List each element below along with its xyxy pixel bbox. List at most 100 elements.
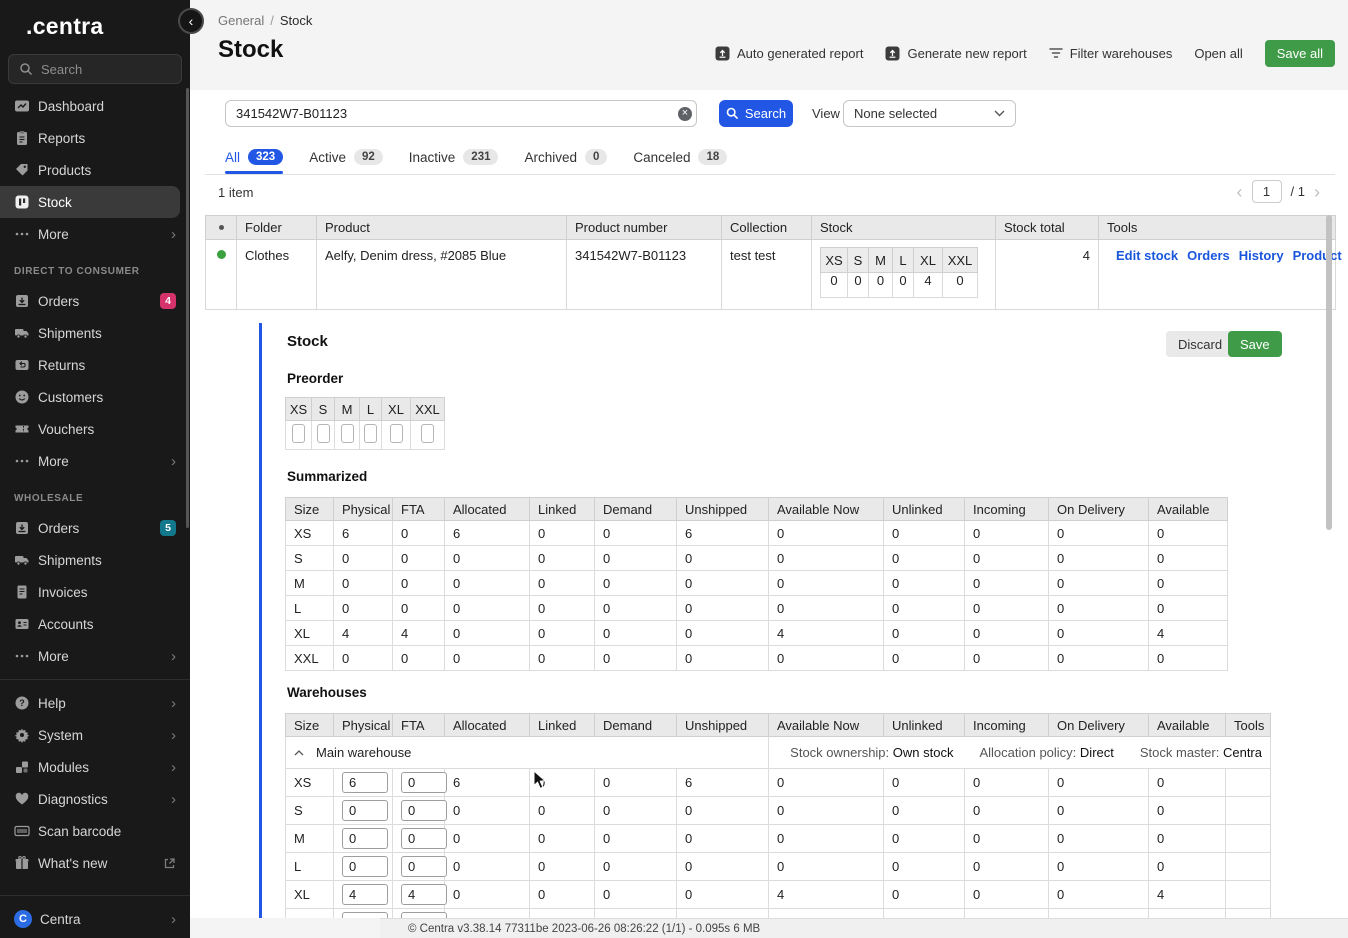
- breadcrumb-general[interactable]: General: [218, 13, 264, 28]
- edit-stock-link[interactable]: Edit stock: [1116, 248, 1178, 263]
- preorder-input[interactable]: [421, 424, 434, 443]
- preorder-input[interactable]: [292, 424, 305, 443]
- search-icon: [726, 107, 739, 120]
- tab-canceled[interactable]: Canceled18: [633, 143, 727, 171]
- page-next-icon[interactable]: ›: [1314, 183, 1320, 201]
- section-title-wholesale: WHOLESALE: [0, 477, 190, 512]
- breadcrumb: General/Stock: [218, 13, 312, 28]
- sidebar-item-customers[interactable]: Customers: [0, 381, 190, 413]
- save-all-button[interactable]: Save all: [1265, 40, 1335, 67]
- preorder-input[interactable]: [317, 424, 330, 443]
- physical-stock-input[interactable]: [342, 772, 388, 793]
- sidebar-scrollbar[interactable]: [186, 88, 189, 528]
- collection-cell: test test: [722, 240, 812, 310]
- physical-stock-input[interactable]: [342, 856, 388, 877]
- search-button[interactable]: Search: [719, 100, 793, 127]
- generate-new-report-button[interactable]: Generate new report: [885, 46, 1026, 61]
- physical-stock-input[interactable]: [342, 828, 388, 849]
- physical-stock-input[interactable]: [342, 884, 388, 905]
- tag-icon: [14, 162, 30, 178]
- page-number-input[interactable]: 1: [1252, 180, 1282, 203]
- sidebar-item-scan-barcode[interactable]: Scan barcode: [0, 815, 190, 847]
- sidebar-item-whats-new[interactable]: What's new: [0, 847, 190, 879]
- sidebar-item-modules[interactable]: Modules ›: [0, 751, 190, 783]
- view-select[interactable]: None selected: [843, 100, 1016, 127]
- content-scrollbar[interactable]: [1326, 215, 1332, 530]
- sidebar-item-dashboard[interactable]: Dashboard: [0, 90, 190, 122]
- search-input[interactable]: [225, 100, 697, 127]
- sidebar-item-accounts[interactable]: Accounts: [0, 608, 190, 640]
- view-label: View: [812, 106, 840, 121]
- sidebar-item-more-ws[interactable]: More ›: [0, 640, 190, 672]
- fta-stock-input[interactable]: [401, 772, 447, 793]
- fta-stock-input[interactable]: [401, 828, 447, 849]
- filter-warehouses-button[interactable]: Filter warehouses: [1049, 46, 1173, 61]
- warehouse-row-xl: XL 000040004: [286, 881, 1271, 909]
- physical-stock-input[interactable]: [342, 800, 388, 821]
- select-column-header[interactable]: [206, 216, 237, 240]
- summarized-row-l: L00000000000: [286, 596, 1228, 621]
- sidebar-search-input[interactable]: [41, 62, 151, 77]
- sidebar-item-dtc-orders[interactable]: Orders 4: [0, 285, 190, 317]
- preorder-input[interactable]: [364, 424, 377, 443]
- collapse-caret-icon[interactable]: [294, 750, 304, 756]
- sidebar-item-diagnostics[interactable]: Diagnostics ›: [0, 783, 190, 815]
- tab-inactive[interactable]: Inactive231: [409, 143, 499, 171]
- section-title-dtc: DIRECT TO CONSUMER: [0, 250, 190, 285]
- sidebar-item-help[interactable]: ? Help ›: [0, 687, 190, 719]
- summarized-row-xxl: XXL00000000000: [286, 646, 1228, 671]
- clear-search-icon[interactable]: ×: [678, 107, 692, 121]
- fta-stock-input[interactable]: [401, 884, 447, 905]
- sidebar-search[interactable]: [8, 54, 182, 84]
- summarized-heading: Summarized: [287, 469, 367, 484]
- sidebar-collapse-button[interactable]: ‹: [178, 8, 204, 34]
- discard-button[interactable]: Discard: [1166, 331, 1234, 357]
- sidebar-item-returns[interactable]: Returns: [0, 349, 190, 381]
- summarized-table: SizePhysicalFTAAllocatedLinkedDemandUnsh…: [285, 497, 1228, 671]
- sidebar-item-products[interactable]: Products: [0, 154, 190, 186]
- folder-cell: Clothes: [237, 240, 317, 310]
- tab-archived[interactable]: Archived0: [524, 143, 607, 171]
- product-cell: Aelfy, Denim dress, #2085 Blue: [317, 240, 567, 310]
- sidebar-item-invoices[interactable]: Invoices: [0, 576, 190, 608]
- save-button[interactable]: Save: [1228, 331, 1282, 357]
- sidebar: .centra Dashboard Reports Products Stock…: [0, 0, 190, 938]
- tab-all[interactable]: All323: [225, 143, 283, 171]
- warehouse-header-row: Main warehouse Stock ownership: Own stoc…: [286, 737, 1271, 769]
- accounts-icon: [14, 616, 30, 632]
- preorder-table: XSSMLXLXXL: [285, 397, 445, 450]
- content-panel: × Search View None selected All323 Activ…: [190, 90, 1348, 918]
- stock-master-value: Centra: [1223, 745, 1262, 760]
- sidebar-item-ws-shipments[interactable]: Shipments: [0, 544, 190, 576]
- sidebar-item-centra-org[interactable]: C Centra ›: [0, 903, 190, 935]
- sidebar-item-reports[interactable]: Reports: [0, 122, 190, 154]
- orders-icon: [14, 520, 30, 536]
- tab-active[interactable]: Active92: [309, 143, 383, 171]
- sidebar-item-dtc-shipments[interactable]: Shipments: [0, 317, 190, 349]
- open-all-button[interactable]: Open all: [1194, 46, 1242, 61]
- auto-generated-report-button[interactable]: Auto generated report: [715, 46, 863, 61]
- fta-stock-input[interactable]: [401, 856, 447, 877]
- preorder-input[interactable]: [341, 424, 354, 443]
- chevron-right-icon: ›: [171, 649, 176, 664]
- sidebar-item-stock[interactable]: Stock: [0, 186, 180, 218]
- history-link[interactable]: History: [1239, 248, 1284, 263]
- page-prev-icon[interactable]: ‹: [1237, 183, 1243, 201]
- row-status-cell: [206, 240, 237, 310]
- table-row[interactable]: Clothes Aelfy, Denim dress, #2085 Blue 3…: [206, 240, 1336, 310]
- sidebar-item-more-dtc[interactable]: More ›: [0, 445, 190, 477]
- version-info: © Centra v3.38.14 77311be 2023-06-26 08:…: [408, 923, 760, 935]
- table-header-row: Folder Product Product number Collection…: [206, 216, 1336, 240]
- fta-stock-input[interactable]: [401, 800, 447, 821]
- orders-link[interactable]: Orders: [1187, 248, 1230, 263]
- sidebar-item-ws-orders[interactable]: Orders 5: [0, 512, 190, 544]
- sidebar-item-more-general[interactable]: More ›: [0, 218, 190, 250]
- sidebar-item-vouchers[interactable]: Vouchers: [0, 413, 190, 445]
- sidebar-item-system[interactable]: System ›: [0, 719, 190, 751]
- truck-icon: [14, 325, 30, 341]
- return-arrow-icon: [14, 357, 30, 373]
- status-dot-green: [217, 250, 226, 259]
- summarized-row-s: S00000000000: [286, 546, 1228, 571]
- product-link[interactable]: Product: [1293, 248, 1342, 263]
- preorder-input[interactable]: [390, 424, 403, 443]
